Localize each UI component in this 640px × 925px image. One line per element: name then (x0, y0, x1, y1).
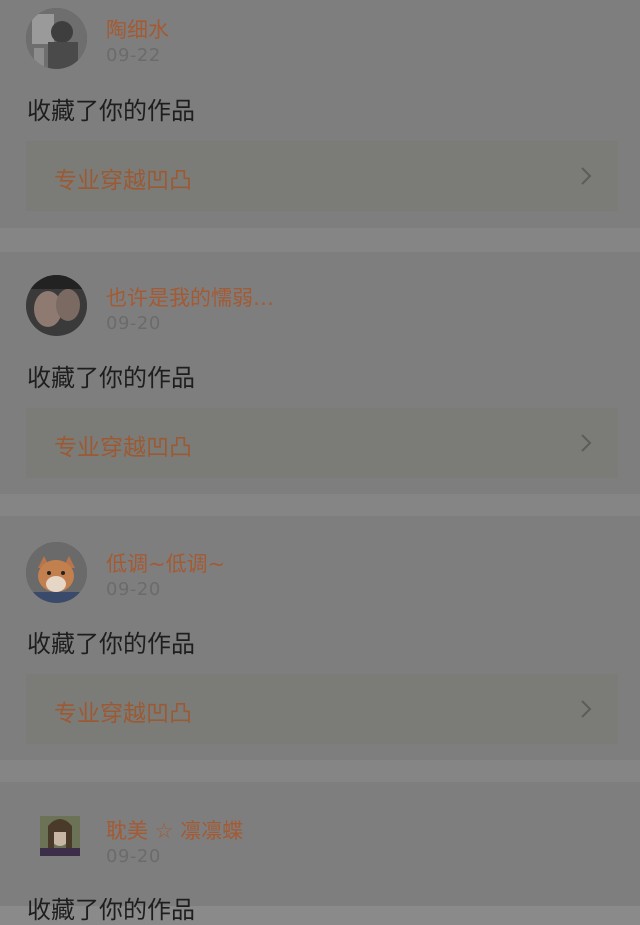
action-text: 收藏了你的作品 (27, 364, 195, 392)
chevron-right-icon (581, 167, 592, 185)
username[interactable]: 陶细水 (106, 14, 169, 44)
user-avatar[interactable] (26, 542, 87, 603)
feed-item: 低调~低调~ 09-20 收藏了你的作品 专业穿越凹凸 (0, 516, 640, 760)
feed-item: 陶细水 09-22 收藏了你的作品 专业穿越凹凸 (0, 0, 640, 228)
feed-item: 也许是我的懦弱… 09-20 收藏了你的作品 专业穿越凹凸 (0, 252, 640, 494)
timestamp: 09-20 (106, 313, 161, 334)
action-text: 收藏了你的作品 (27, 896, 195, 924)
username[interactable]: 也许是我的懦弱… (106, 282, 274, 312)
work-title: 专业穿越凹凸 (54, 168, 192, 194)
work-link[interactable]: 专业穿越凹凸 (26, 408, 618, 478)
user-avatar[interactable] (26, 804, 87, 865)
work-title: 专业穿越凹凸 (54, 435, 192, 461)
work-link[interactable]: 专业穿越凹凸 (26, 674, 618, 744)
feed-item: 耽美 ☆ 凛凛蝶 09-20 收藏了你的作品 (0, 782, 640, 924)
user-avatar[interactable] (26, 8, 87, 69)
avatar-photo-girl-icon (40, 816, 80, 856)
work-title: 专业穿越凹凸 (54, 701, 192, 727)
avatar-photo-shiba-icon (26, 542, 87, 603)
avatar-photo-person-icon (26, 8, 87, 69)
timestamp: 09-20 (106, 846, 161, 867)
work-link[interactable]: 专业穿越凹凸 (26, 141, 618, 211)
item-separator (0, 228, 640, 252)
action-text: 收藏了你的作品 (27, 630, 195, 658)
user-avatar[interactable] (26, 275, 87, 336)
timestamp: 09-20 (106, 579, 161, 600)
username[interactable]: 耽美 ☆ 凛凛蝶 (106, 815, 243, 845)
favorites-feed: 陶细水 09-22 收藏了你的作品 专业穿越凹凸 也许是我的懦弱… 09-20 … (0, 0, 640, 924)
action-text: 收藏了你的作品 (27, 97, 195, 125)
chevron-right-icon (581, 700, 592, 718)
timestamp: 09-22 (106, 45, 161, 66)
item-separator (0, 760, 640, 782)
chevron-right-icon (581, 434, 592, 452)
item-separator (0, 494, 640, 516)
avatar-photo-couple-icon (26, 275, 87, 336)
username[interactable]: 低调~低调~ (106, 548, 225, 578)
